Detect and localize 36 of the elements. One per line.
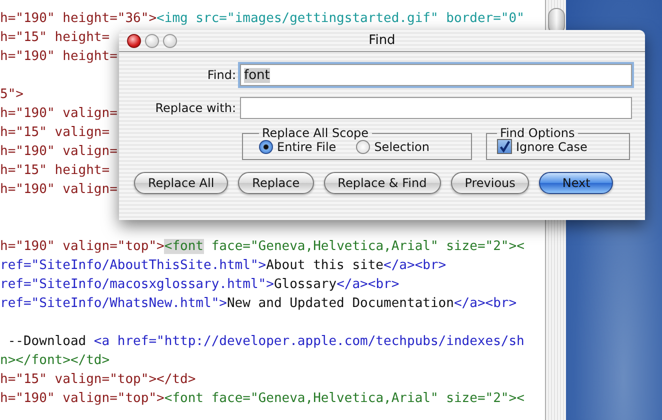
code-text: n></font></td> [0, 353, 110, 368]
code-text: face="Geneva,Helvetica,Arial" size="2">< [210, 239, 524, 254]
code-text: </a><br> [336, 277, 400, 292]
code-text: <a href="http://developer.apple.com/techpubs/indexes/sh [94, 334, 524, 349]
code-text: <font [164, 239, 204, 254]
window-title: Find [368, 33, 396, 48]
code-text: </a><br> [384, 258, 446, 273]
code-text: h="15" valign="top"></td> [0, 372, 196, 387]
code-text: h="190" valign= [0, 182, 118, 197]
code-text: 5"> [0, 87, 24, 102]
code-text: h="15" valign= [0, 125, 110, 140]
code-text: ref="SiteInfo/AboutThisSite.html"> [0, 258, 266, 273]
code-text: h="190" valign= [0, 106, 118, 121]
radio-label: Entire File [277, 140, 336, 154]
checkbox-label: Ignore Case [516, 140, 588, 154]
code-text: About this site [266, 258, 384, 273]
code-text: ref="SiteInfo/WhatsNew.html"> [0, 296, 227, 311]
group-title: Find Options [499, 126, 576, 140]
field-label: Find: [206, 68, 236, 82]
code-text: h="190" height= [0, 49, 118, 64]
code-text: ref="SiteInfo/macosxglossary.html"> [0, 277, 274, 292]
code-text: --Download [6, 334, 88, 349]
code-text: </a><br> [454, 296, 517, 311]
code-text: h="190" height="36"> [0, 11, 157, 26]
code-text: h="15" height= [0, 30, 110, 45]
code-text: Glossary [274, 277, 337, 292]
code-text: <img src="images/gettingstarted.gif" border="0" [156, 11, 524, 26]
code-text: New and Updated Documentation [226, 296, 454, 311]
group-title: Replace All Scope [261, 126, 370, 140]
code-text: h="190" valign="top"> [0, 391, 164, 406]
code-text: h="190" valign="top"> [0, 239, 164, 254]
radio-label: Selection [374, 140, 430, 154]
code-text: <font face="Geneva,Helvetica,Arial" size="2">< [164, 391, 524, 406]
code-text: h="15" height= [0, 163, 110, 178]
code-text: h="190" valign= [0, 144, 118, 159]
field-label: Replace with: [154, 101, 236, 115]
